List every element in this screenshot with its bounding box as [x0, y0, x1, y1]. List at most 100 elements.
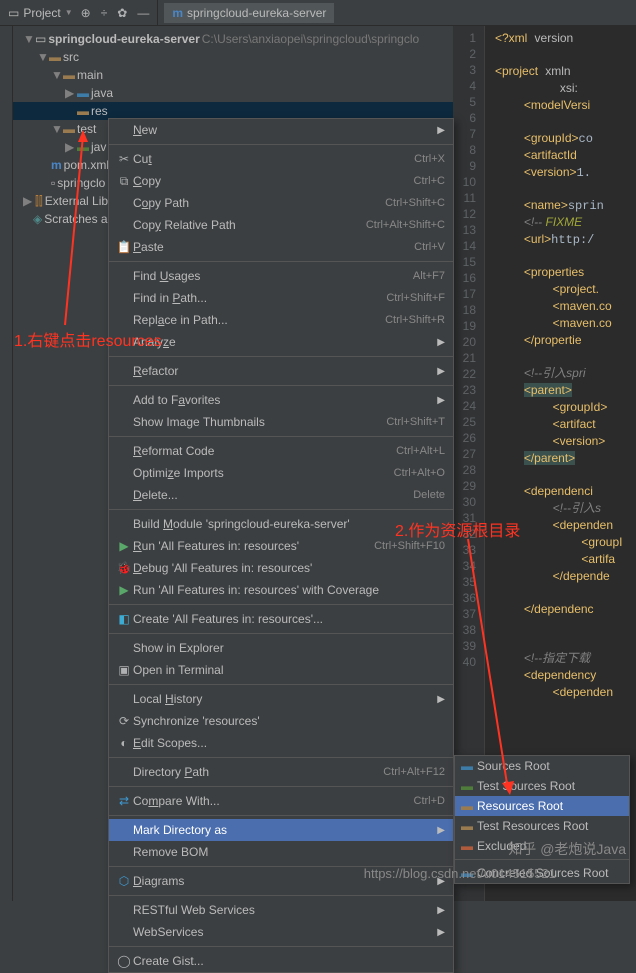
menu-directory-path[interactable]: Directory PathCtrl+Alt+F12 [109, 761, 453, 783]
menu-separator [109, 946, 453, 947]
menu-find-usages[interactable]: Find UsagesAlt+F7 [109, 265, 453, 287]
mark-directory-submenu: ▬Sources Root ▬Test Sources Root ▬Resour… [454, 755, 630, 884]
tree-src[interactable]: ▼▬ src [13, 48, 453, 66]
collapse-icon[interactable]: ÷ [101, 6, 108, 20]
editor-tab-label: springcloud-eureka-server [187, 6, 326, 20]
project-label: Project [23, 6, 60, 20]
folder-icon: ▬ [49, 50, 61, 64]
project-toolbar-actions: ⊕ ÷ ✿ — [81, 6, 158, 20]
project-icon: ▭ [8, 6, 19, 20]
diagram-icon: ⬡ [115, 874, 133, 888]
tree-label: test [77, 122, 96, 136]
gear-icon[interactable]: ✿ [117, 6, 127, 20]
paste-icon: 📋 [115, 240, 133, 254]
copy-icon: ⧉ [115, 174, 133, 189]
lib-icon: ⫿⫿ [35, 194, 43, 209]
tree-label: External Libr [45, 194, 112, 208]
target-icon[interactable]: ⊕ [81, 6, 91, 20]
debug-icon: 🐞 [115, 561, 133, 575]
menu-diagrams[interactable]: ⬡Diagrams▶ [109, 870, 453, 892]
sync-icon: ⟳ [115, 714, 133, 728]
tree-label: Scratches an [44, 212, 114, 226]
menu-favorites[interactable]: Add to Favorites▶ [109, 389, 453, 411]
tree-path: C:\Users\anxiaopei\springcloud\springclo [202, 32, 419, 46]
menu-paste[interactable]: 📋PasteCtrl+V [109, 236, 453, 258]
top-bar: ▭ Project ▼ ⊕ ÷ ✿ — m springcloud-eureka… [0, 0, 636, 26]
submenu-test-sources-root[interactable]: ▬Test Sources Root [455, 776, 629, 796]
menu-replace-in-path[interactable]: Replace in Path...Ctrl+Shift+R [109, 309, 453, 331]
tree-label: pom.xml [64, 158, 109, 172]
tree-root[interactable]: ▼▭ springcloud-eureka-server C:\Users\an… [13, 30, 453, 48]
tree-main[interactable]: ▼▬ main [13, 66, 453, 84]
tree-label: main [77, 68, 103, 82]
menu-compare-with[interactable]: ⇄Compare With...Ctrl+D [109, 790, 453, 812]
menu-create-run-config[interactable]: ◧Create 'All Features in: resources'... [109, 608, 453, 630]
menu-separator [109, 385, 453, 386]
menu-copy-path[interactable]: Copy PathCtrl+Shift+C [109, 192, 453, 214]
menu-thumbnails[interactable]: Show Image ThumbnailsCtrl+Shift+T [109, 411, 453, 433]
menu-edit-scopes[interactable]: ◐Edit Scopes... [109, 732, 453, 754]
submenu-excluded[interactable]: ▬Excluded [455, 836, 629, 856]
compare-icon: ⇄ [115, 794, 133, 808]
tree-label: res [91, 104, 108, 118]
hide-icon[interactable]: — [137, 6, 149, 20]
context-menu: New▶ ✂CutCtrl+X ⧉CopyCtrl+C Copy PathCtr… [108, 118, 454, 973]
folder-icon: ▬ [63, 68, 75, 82]
menu-reformat[interactable]: Reformat CodeCtrl+Alt+L [109, 440, 453, 462]
menu-copy-relative-path[interactable]: Copy Relative PathCtrl+Alt+Shift+C [109, 214, 453, 236]
scratch-icon: ◈ [33, 212, 42, 226]
menu-separator [109, 757, 453, 758]
create-config-icon: ◧ [115, 612, 133, 626]
menu-copy[interactable]: ⧉CopyCtrl+C [109, 170, 453, 192]
folder-icon: ▬ [461, 819, 473, 833]
submenu-resources-root[interactable]: ▬Resources Root [455, 796, 629, 816]
menu-refactor[interactable]: Refactor▶ [109, 360, 453, 382]
menu-debug[interactable]: 🐞Debug 'All Features in: resources' [109, 557, 453, 579]
menu-create-gist[interactable]: ◯Create Gist... [109, 950, 453, 972]
github-icon: ◯ [115, 954, 133, 968]
submenu-sources-root[interactable]: ▬Sources Root [455, 756, 629, 776]
menu-show-explorer[interactable]: Show in Explorer [109, 637, 453, 659]
scopes-icon: ◐ [115, 736, 133, 750]
tree-label: springcloud-eureka-server [48, 32, 199, 46]
menu-remove-bom[interactable]: Remove BOM [109, 841, 453, 863]
menu-restful[interactable]: RESTful Web Services▶ [109, 899, 453, 921]
menu-separator [109, 261, 453, 262]
folder-icon: ▬ [77, 104, 89, 118]
menu-webservices[interactable]: WebServices▶ [109, 921, 453, 943]
tree-label: src [63, 50, 79, 64]
module-icon: ▭ [35, 32, 46, 46]
menu-analyze[interactable]: Analyze▶ [109, 331, 453, 353]
menu-optimize-imports[interactable]: Optimize ImportsCtrl+Alt+O [109, 462, 453, 484]
menu-new[interactable]: New▶ [109, 119, 453, 141]
folder-icon: ▬ [461, 866, 473, 880]
menu-delete[interactable]: Delete...Delete [109, 484, 453, 506]
coverage-icon: ▶ [115, 583, 133, 597]
editor-tabs: m springcloud-eureka-server [157, 0, 636, 25]
menu-coverage[interactable]: ▶Run 'All Features in: resources' with C… [109, 579, 453, 601]
menu-separator [109, 509, 453, 510]
folder-icon: ▬ [77, 86, 89, 100]
editor-tab-pom[interactable]: m springcloud-eureka-server [164, 3, 334, 23]
menu-separator [109, 815, 453, 816]
menu-cut[interactable]: ✂CutCtrl+X [109, 148, 453, 170]
file-icon: ▫ [51, 176, 55, 190]
submenu-test-resources-root[interactable]: ▬Test Resources Root [455, 816, 629, 836]
menu-build-module[interactable]: Build Module 'springcloud-eureka-server' [109, 513, 453, 535]
menu-local-history[interactable]: Local History▶ [109, 688, 453, 710]
run-icon: ▶ [115, 539, 133, 553]
folder-icon: ▬ [461, 799, 473, 813]
menu-separator [109, 436, 453, 437]
menu-mark-directory-as[interactable]: Mark Directory as▶ [109, 819, 453, 841]
tree-java[interactable]: ▶▬ java [13, 84, 453, 102]
menu-run[interactable]: ▶Run 'All Features in: resources'Ctrl+Sh… [109, 535, 453, 557]
menu-find-in-path[interactable]: Find in Path...Ctrl+Shift+F [109, 287, 453, 309]
menu-open-terminal[interactable]: ▣Open in Terminal [109, 659, 453, 681]
menu-synchronize[interactable]: ⟳Synchronize 'resources' [109, 710, 453, 732]
menu-separator [109, 604, 453, 605]
maven-icon: m [51, 158, 62, 172]
tree-label: java [91, 86, 113, 100]
terminal-icon: ▣ [115, 663, 133, 677]
project-tool-tab[interactable]: ▭ Project ▼ [0, 6, 81, 20]
submenu-generated-sources-root[interactable]: ▬Concreted Sources Root [455, 863, 629, 883]
